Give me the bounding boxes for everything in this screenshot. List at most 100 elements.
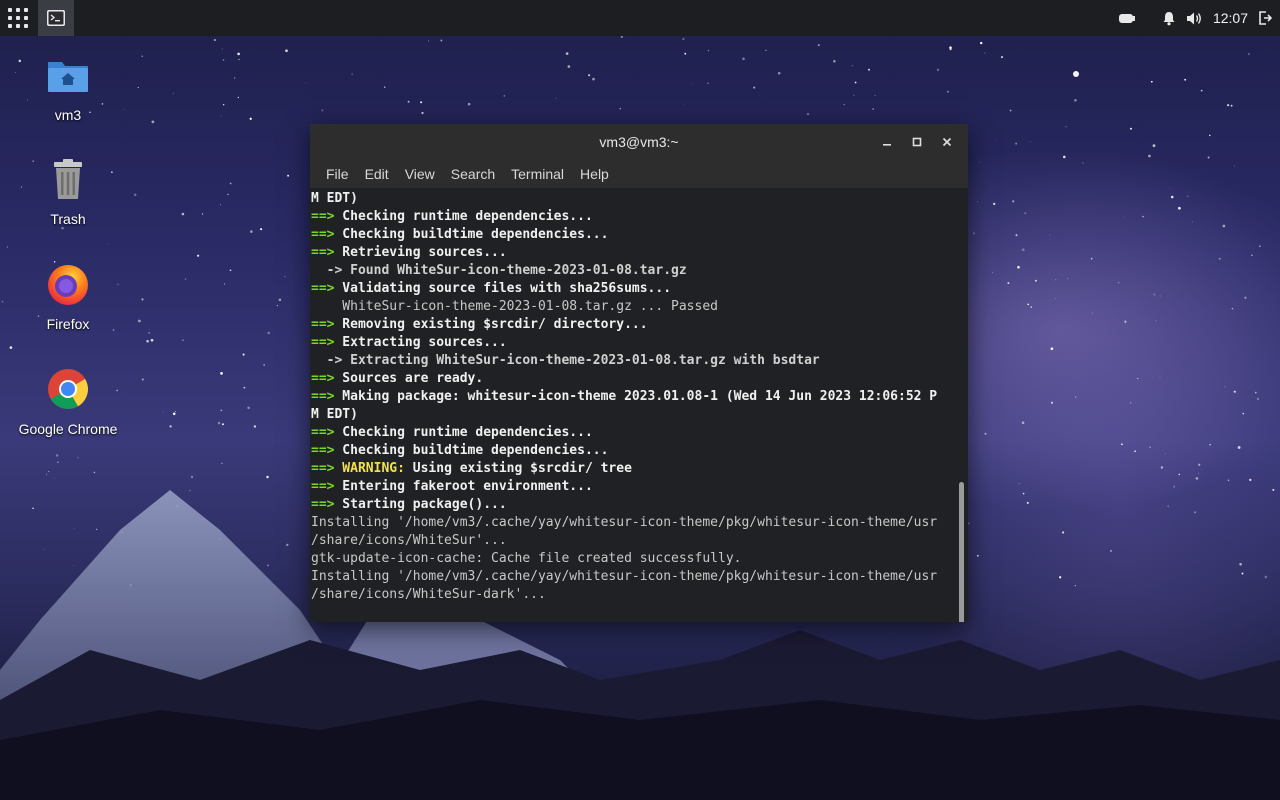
minimize-button[interactable] bbox=[872, 127, 902, 157]
terminal-line: -> Found WhiteSur-icon-theme-2023-01-08.… bbox=[311, 262, 968, 280]
line-text: Installing '/home/vm3/.cache/yay/whitesu… bbox=[311, 569, 938, 584]
terminal-menubar: File Edit View Search Terminal Help bbox=[310, 160, 968, 188]
terminal-line: Installing '/home/vm3/.cache/yay/whitesu… bbox=[311, 514, 968, 532]
desktop-icon-label: Firefox bbox=[46, 316, 90, 332]
terminal-line: -> Extracting WhiteSur-icon-theme-2023-0… bbox=[311, 352, 968, 370]
terminal-line: M EDT) bbox=[311, 406, 968, 424]
terminal-line: WhiteSur-icon-theme-2023-01-08.tar.gz ..… bbox=[311, 298, 968, 316]
top-panel: 12:07 bbox=[0, 0, 1280, 36]
prompt-arrow: ==> bbox=[311, 497, 335, 512]
prompt-arrow: ==> bbox=[311, 479, 335, 494]
grid-icon bbox=[8, 8, 28, 28]
taskbar-terminal-button[interactable] bbox=[38, 0, 74, 36]
desktop-icon-trash[interactable]: Trash bbox=[18, 156, 118, 227]
line-text: M EDT) bbox=[311, 407, 358, 422]
terminal-line: ==> Removing existing $srcdir/ directory… bbox=[311, 316, 968, 334]
line-text: Checking buildtime dependencies... bbox=[334, 443, 609, 458]
line-text: /share/icons/WhiteSur-dark'... bbox=[311, 587, 546, 602]
scrollbar-thumb[interactable] bbox=[959, 482, 964, 622]
terminal-window[interactable]: vm3@vm3:~ File Edit View Search Terminal… bbox=[310, 124, 968, 622]
line-text: Retrieving sources... bbox=[334, 245, 507, 260]
terminal-line: ==> Validating source files with sha256s… bbox=[311, 280, 968, 298]
window-titlebar[interactable]: vm3@vm3:~ bbox=[310, 124, 968, 160]
desktop-icon-label: vm3 bbox=[54, 107, 82, 123]
notification-bell-icon[interactable] bbox=[1162, 11, 1176, 26]
line-text: Starting package()... bbox=[334, 497, 507, 512]
chrome-icon bbox=[48, 369, 88, 409]
firefox-icon bbox=[48, 265, 88, 305]
terminal-line: /share/icons/WhiteSur-dark'... bbox=[311, 586, 968, 604]
maximize-button[interactable] bbox=[902, 127, 932, 157]
line-text: -> Extracting WhiteSur-icon-theme-2023-0… bbox=[311, 353, 820, 368]
line-text: Checking runtime dependencies... bbox=[334, 209, 593, 224]
desktop-icon-chrome[interactable]: Google Chrome bbox=[18, 366, 118, 437]
desktop-icon-firefox[interactable]: Firefox bbox=[18, 261, 118, 332]
line-text: Checking buildtime dependencies... bbox=[334, 227, 609, 242]
volume-icon[interactable] bbox=[1186, 11, 1203, 26]
terminal-line: ==> Entering fakeroot environment... bbox=[311, 478, 968, 496]
menu-terminal[interactable]: Terminal bbox=[503, 166, 572, 182]
minimize-icon bbox=[883, 144, 891, 146]
home-folder-icon bbox=[48, 62, 88, 92]
terminal-line: ==> Retrieving sources... bbox=[311, 244, 968, 262]
terminal-line: ==> WARNING: Using existing $srcdir/ tre… bbox=[311, 460, 968, 478]
line-text: Using existing $srcdir/ tree bbox=[404, 461, 632, 476]
prompt-arrow: ==> bbox=[311, 209, 335, 224]
terminal-line: M EDT) bbox=[311, 190, 968, 208]
terminal-line: /share/icons/WhiteSur'... bbox=[311, 532, 968, 550]
system-tray: 12:07 bbox=[1118, 0, 1280, 36]
desktop-icon-label: Google Chrome bbox=[18, 421, 118, 437]
logout-icon[interactable] bbox=[1258, 11, 1272, 25]
terminal-line: ==> Starting package()... bbox=[311, 496, 968, 514]
terminal-line: ==> Checking runtime dependencies... bbox=[311, 424, 968, 442]
menu-help[interactable]: Help bbox=[572, 166, 617, 182]
desktop-icon-vm3[interactable]: vm3 bbox=[18, 52, 118, 123]
close-button[interactable] bbox=[932, 127, 962, 157]
line-text: Making package: whitesur-icon-theme 2023… bbox=[334, 389, 938, 404]
line-text: Installing '/home/vm3/.cache/yay/whitesu… bbox=[311, 515, 938, 530]
terminal-line: ==> Checking runtime dependencies... bbox=[311, 208, 968, 226]
terminal-line: ==> Sources are ready. bbox=[311, 370, 968, 388]
line-text: /share/icons/WhiteSur'... bbox=[311, 533, 507, 548]
close-icon bbox=[942, 137, 952, 147]
menu-edit[interactable]: Edit bbox=[357, 166, 397, 182]
terminal-icon bbox=[47, 10, 65, 26]
line-text: Entering fakeroot environment... bbox=[334, 479, 593, 494]
terminal-lines: M EDT) ==> Checking runtime dependencies.… bbox=[310, 188, 968, 604]
line-text: -> Found WhiteSur-icon-theme-2023-01-08.… bbox=[311, 263, 687, 278]
menu-view[interactable]: View bbox=[397, 166, 443, 182]
line-text: Extracting sources... bbox=[334, 335, 507, 350]
prompt-arrow: ==> bbox=[311, 389, 335, 404]
terminal-line: ==> Checking buildtime dependencies... bbox=[311, 442, 968, 460]
prompt-arrow: ==> bbox=[311, 443, 335, 458]
prompt-arrow: ==> bbox=[311, 227, 335, 242]
terminal-line: ==> Checking buildtime dependencies... bbox=[311, 226, 968, 244]
usb-drive-icon[interactable] bbox=[1118, 11, 1136, 25]
terminal-line: Installing '/home/vm3/.cache/yay/whitesu… bbox=[311, 568, 968, 586]
terminal-line: gtk-update-icon-cache: Cache file create… bbox=[311, 550, 968, 568]
prompt-arrow: ==> bbox=[311, 335, 335, 350]
maximize-icon bbox=[912, 137, 922, 147]
terminal-line: ==> Extracting sources... bbox=[311, 334, 968, 352]
prompt-arrow: ==> bbox=[311, 317, 335, 332]
line-text: gtk-update-icon-cache: Cache file create… bbox=[311, 551, 742, 566]
line-text: Sources are ready. bbox=[334, 371, 484, 386]
line-text: M EDT) bbox=[311, 191, 358, 206]
warning-label: WARNING: bbox=[334, 461, 405, 476]
menu-file[interactable]: File bbox=[318, 166, 357, 182]
line-text: WhiteSur-icon-theme-2023-01-08.tar.gz ..… bbox=[311, 299, 718, 314]
prompt-arrow: ==> bbox=[311, 281, 335, 296]
window-controls bbox=[872, 124, 962, 160]
prompt-arrow: ==> bbox=[311, 371, 335, 386]
terminal-line: ==> Making package: whitesur-icon-theme … bbox=[311, 388, 968, 406]
line-text: Removing existing $srcdir/ directory... bbox=[334, 317, 648, 332]
prompt-arrow: ==> bbox=[311, 245, 335, 260]
prompt-arrow: ==> bbox=[311, 425, 335, 440]
menu-search[interactable]: Search bbox=[443, 166, 503, 182]
line-text: Validating source files with sha256sums.… bbox=[334, 281, 672, 296]
trash-icon bbox=[54, 159, 82, 199]
line-text: Checking runtime dependencies... bbox=[334, 425, 593, 440]
app-launcher-button[interactable] bbox=[0, 0, 36, 36]
clock[interactable]: 12:07 bbox=[1213, 10, 1248, 26]
terminal-output[interactable]: M EDT) ==> Checking runtime dependencies.… bbox=[310, 188, 968, 622]
